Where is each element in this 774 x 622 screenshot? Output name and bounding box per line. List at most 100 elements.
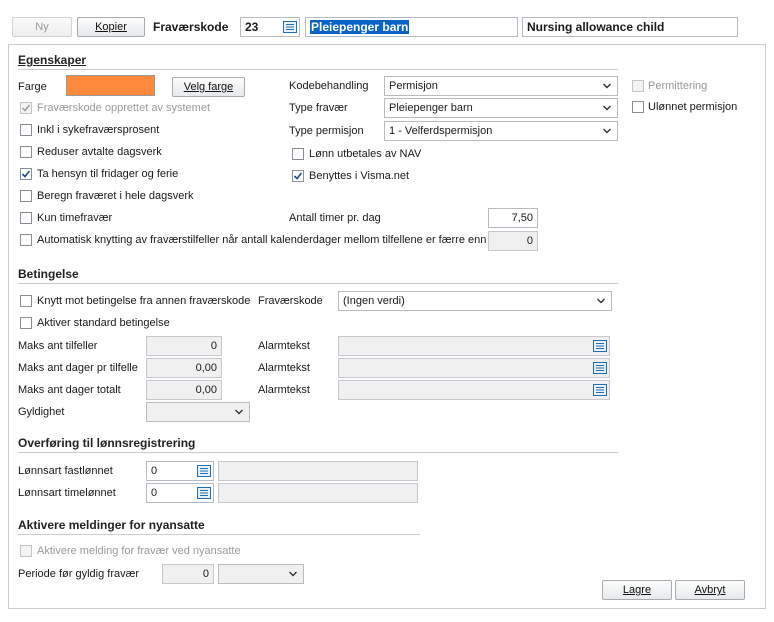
max-cases-field[interactable]: 0 xyxy=(146,336,222,356)
cond-code-select[interactable]: (Ingen verdi) xyxy=(338,291,612,311)
section-egenskaper-title: Egenskaper xyxy=(18,53,87,67)
max-days-total-label: Maks ant dager totalt xyxy=(18,384,121,396)
section-divider xyxy=(18,283,618,284)
whole-day-checkbox[interactable] xyxy=(20,190,32,202)
color-swatch[interactable] xyxy=(66,75,155,96)
period-label: Periode før gyldig fravær xyxy=(18,568,140,580)
list-icon[interactable] xyxy=(197,465,211,477)
absence-type-select[interactable]: Pleiepenger barn xyxy=(384,98,618,118)
name-en-value: Nursing allowance child xyxy=(527,20,665,34)
leave-type-select[interactable]: 1 - Velferdspermisjon xyxy=(384,121,618,141)
auto-link-label: Automatisk knytting av fraværstilfeller … xyxy=(37,234,487,246)
chevron-down-icon xyxy=(235,409,243,415)
absence-type-label: Type fravær xyxy=(289,102,348,114)
nav-label: Lønn utbetales av NAV xyxy=(309,148,422,160)
chevron-down-icon xyxy=(603,128,611,134)
visma-checkbox[interactable] xyxy=(292,170,304,182)
section-betingelse-title: Betingelse xyxy=(18,267,79,281)
code-treatment-label: Kodebehandling xyxy=(289,80,369,92)
max-days-total-field[interactable]: 0,00 xyxy=(146,380,222,400)
hourly-label: Kun timefravær xyxy=(37,212,113,224)
std-cond-label: Aktiver standard betingelse xyxy=(37,317,170,329)
chevron-down-icon xyxy=(603,105,611,111)
hours-per-day-label: Antall timer pr. dag xyxy=(289,212,381,224)
auto-link-value: 0 xyxy=(526,235,533,247)
absence-type-value: Pleiepenger barn xyxy=(389,102,473,114)
holidays-label: Ta hensyn til fridager og ferie xyxy=(37,168,179,180)
validity-select[interactable] xyxy=(146,402,250,422)
sick-rate-label: Inkl i sykefraværsprosent xyxy=(37,124,160,136)
section-overforing-title: Overføring til lønnsregistrering xyxy=(18,436,196,450)
hourly-checkbox[interactable] xyxy=(20,212,32,224)
name-no-field[interactable]: Pleiepenger barn xyxy=(305,17,518,37)
max-days-total-value: 0,00 xyxy=(195,384,217,396)
hours-per-day-value: 7,50 xyxy=(511,212,533,224)
alarm-field-2[interactable] xyxy=(338,358,610,378)
auto-link-checkbox[interactable] xyxy=(20,234,32,246)
fixed-wage-desc xyxy=(218,461,418,481)
chevron-down-icon xyxy=(597,298,605,304)
unpaid-label: Ulønnet permisjon xyxy=(648,101,738,113)
link-cond-checkbox[interactable] xyxy=(20,295,32,307)
max-days-case-field[interactable]: 0,00 xyxy=(146,358,222,378)
code-treatment-value: Permisjon xyxy=(389,80,438,92)
fixed-wage-label: Lønnsart fastlønnet xyxy=(18,465,113,477)
code-value: 23 xyxy=(245,20,259,34)
leave-type-value: 1 - Velferdspermisjon xyxy=(389,125,493,137)
leave-type-label: Type permisjon xyxy=(289,125,364,137)
section-divider xyxy=(18,534,420,535)
list-icon[interactable] xyxy=(197,487,211,499)
period-field[interactable]: 0 xyxy=(162,564,214,584)
layoff-checkbox[interactable] xyxy=(632,80,644,92)
list-icon[interactable] xyxy=(593,340,607,352)
hourly-wage-desc xyxy=(218,483,418,503)
period-unit-select[interactable] xyxy=(218,564,304,584)
copy-button-label: Kopier xyxy=(95,21,127,33)
code-label: Fraværskode xyxy=(153,20,229,34)
alarm-field-3[interactable] xyxy=(338,380,610,400)
activate-message-checkbox[interactable] xyxy=(20,545,32,557)
choose-color-label: Velg farge xyxy=(183,81,234,93)
new-button[interactable]: Ny xyxy=(12,17,72,37)
cond-code-value: (Ingen verdi) xyxy=(343,295,405,307)
alarm-label-2: Alarmtekst xyxy=(258,362,310,374)
whole-day-label: Beregn fraværet i hele dagsverk xyxy=(37,190,194,202)
choose-color-button[interactable]: Velg farge xyxy=(172,77,245,97)
sick-rate-checkbox[interactable] xyxy=(20,124,32,136)
visma-label: Benyttes i Visma.net xyxy=(309,170,410,182)
nav-checkbox[interactable] xyxy=(292,148,304,160)
code-treatment-select[interactable]: Permisjon xyxy=(384,76,618,96)
cond-code-label: Fraværskode xyxy=(258,295,323,307)
save-button[interactable]: Lagre xyxy=(602,580,672,600)
list-icon[interactable] xyxy=(593,362,607,374)
hours-per-day-field[interactable]: 7,50 xyxy=(488,208,538,228)
cancel-button[interactable]: Avbryt xyxy=(675,580,745,600)
unpaid-checkbox[interactable] xyxy=(632,101,644,113)
save-button-label: Lagre xyxy=(622,584,652,596)
fixed-wage-value: 0 xyxy=(151,465,158,477)
alarm-label-1: Alarmtekst xyxy=(258,340,310,352)
chevron-down-icon xyxy=(603,83,611,89)
name-en-field[interactable]: Nursing allowance child xyxy=(522,17,738,37)
max-cases-value: 0 xyxy=(210,340,217,352)
period-value: 0 xyxy=(202,568,209,580)
reduce-checkbox[interactable] xyxy=(20,146,32,158)
list-icon[interactable] xyxy=(593,384,607,396)
section-divider xyxy=(18,452,618,453)
layoff-label: Permittering xyxy=(648,80,708,92)
alarm-field-1[interactable] xyxy=(338,336,610,356)
link-cond-label: Knytt mot betingelse fra annen fraværsko… xyxy=(37,295,251,307)
code-lookup-icon[interactable] xyxy=(283,21,297,33)
chevron-down-icon xyxy=(289,571,297,577)
max-days-case-label: Maks ant dager pr tilfelle xyxy=(18,362,138,374)
holidays-checkbox[interactable] xyxy=(20,168,32,180)
auto-link-field[interactable]: 0 xyxy=(488,231,538,251)
validity-label: Gyldighet xyxy=(18,406,65,418)
std-cond-checkbox[interactable] xyxy=(20,317,32,329)
alarm-label-3: Alarmtekst xyxy=(258,384,310,396)
color-label: Farge xyxy=(18,81,47,93)
created-by-system-label: Fraværskode opprettet av systemet xyxy=(37,102,211,114)
created-by-system-checkbox[interactable] xyxy=(20,102,32,114)
reduce-label: Reduser avtalte dagsverk xyxy=(37,146,162,158)
copy-button[interactable]: Kopier xyxy=(77,17,145,37)
